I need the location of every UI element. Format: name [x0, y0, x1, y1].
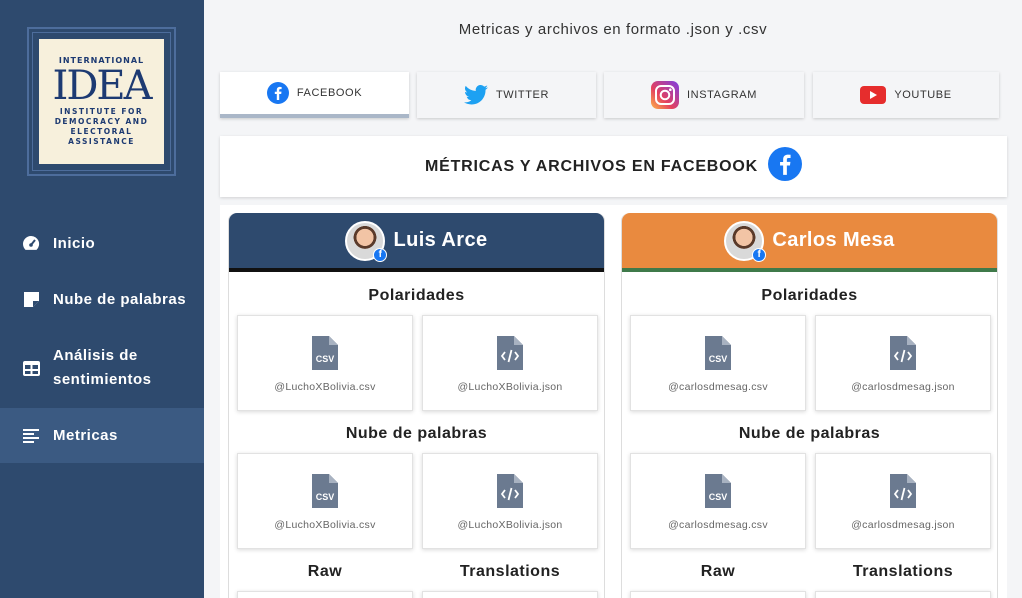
tab-label: TWITTER [495, 89, 550, 101]
code-file-icon [890, 474, 916, 513]
instagram-icon [651, 81, 679, 109]
json-file-card[interactable]: @carlosdmesag.json [815, 453, 991, 549]
section-nube: Nube de palabras [738, 425, 881, 442]
sidebar-item-sentimientos[interactable]: Análisis de sentimientos [0, 336, 204, 400]
facebook-icon: f [752, 247, 767, 262]
section-raw: Raw [307, 563, 343, 580]
section-header-title: MÉTRICAS Y ARCHIVOS EN FACEBOOK [425, 157, 758, 175]
csv-file-card[interactable]: CSV @LuchoXBolivia.csv [237, 453, 413, 549]
code-file-icon [497, 336, 523, 375]
candidate-header: f Carlos Mesa [622, 213, 997, 272]
file-name: @carlosdmesag.csv [668, 381, 768, 393]
sidebar-item-metricas[interactable]: Metricas [0, 408, 204, 463]
code-file-icon [497, 474, 523, 513]
sidebar-item-label: Nube de palabras [53, 290, 187, 308]
svg-text:CSV: CSV [709, 492, 728, 502]
tab-youtube[interactable]: YOUTUBE [813, 72, 999, 118]
candidate-card-luis-arce: f Luis Arce Polaridades CSV @LuchoXBoliv… [228, 213, 605, 598]
raw-file-card[interactable] [237, 591, 413, 598]
svg-text:CSV: CSV [316, 492, 335, 502]
csv-file-card[interactable]: CSV @carlosdmesag.csv [630, 315, 806, 411]
json-file-card[interactable]: @LuchoXBolivia.json [422, 453, 598, 549]
json-file-card[interactable]: @carlosdmesag.json [815, 315, 991, 411]
logo-line-3d: ASSISTANCE [68, 137, 135, 146]
file-name: @LuchoXBolivia.csv [274, 381, 376, 393]
section-raw: Raw [700, 563, 736, 580]
dashboard-icon [22, 234, 40, 252]
tab-instagram[interactable]: INSTAGRAM [604, 72, 804, 118]
logo-line-2: IDEA [52, 63, 153, 109]
sidebar-item-label: Inicio [53, 234, 96, 252]
sidebar-item-nube[interactable]: Nube de palabras [0, 276, 204, 322]
csv-file-icon: CSV [705, 474, 731, 513]
sidebar-item-label: Análisis de sentimientos [53, 347, 152, 388]
candidate-card-carlos-mesa: f Carlos Mesa Polaridades CSV @carlosdme… [621, 213, 998, 598]
candidate-header: f Luis Arce [229, 213, 604, 272]
json-file-card[interactable]: @LuchoXBolivia.json [422, 315, 598, 411]
csv-file-card[interactable]: CSV @LuchoXBolivia.csv [237, 315, 413, 411]
logo-line-3a: INSTITUTE FOR [59, 107, 144, 116]
translations-file-card[interactable] [815, 591, 991, 598]
facebook-icon [266, 82, 289, 104]
youtube-icon [860, 86, 887, 104]
csv-file-icon: CSV [312, 336, 338, 375]
candidate-name: Luis Arce [393, 229, 488, 251]
section-header: MÉTRICAS Y ARCHIVOS EN FACEBOOK [220, 136, 1007, 197]
page-title: Metricas y archivos en formato .json y .… [458, 21, 768, 38]
file-name: @carlosdmesag.json [851, 519, 955, 531]
sidebar: INTERNATIONAL IDEA INSTITUTE FOR DEMOCRA… [0, 0, 204, 598]
file-name: @carlosdmesag.json [851, 381, 955, 393]
tab-facebook[interactable]: FACEBOOK [220, 72, 409, 118]
facebook-icon [768, 147, 802, 186]
table-icon [22, 359, 40, 377]
section-polaridades: Polaridades [761, 287, 858, 304]
tab-label: FACEBOOK [296, 87, 363, 99]
note-icon [22, 290, 40, 308]
section-nube: Nube de palabras [345, 425, 488, 442]
code-file-icon [890, 336, 916, 375]
section-translations: Translations [459, 563, 561, 580]
avatar: f [724, 220, 767, 262]
raw-file-card[interactable] [630, 591, 806, 598]
svg-text:CSV: CSV [709, 354, 728, 364]
logo-line-3c: ELECTORAL [70, 127, 133, 136]
csv-file-card[interactable]: CSV @carlosdmesag.csv [630, 453, 806, 549]
svg-text:CSV: CSV [316, 354, 335, 364]
section-translations: Translations [852, 563, 954, 580]
translations-file-card[interactable] [422, 591, 598, 598]
sidebar-item-label: Metricas [53, 427, 118, 444]
tab-twitter[interactable]: TWITTER [417, 72, 596, 118]
csv-file-icon: CSV [312, 474, 338, 513]
candidate-name: Carlos Mesa [772, 229, 895, 251]
file-name: @carlosdmesag.csv [668, 519, 768, 531]
facebook-icon: f [373, 247, 388, 262]
tab-label: INSTAGRAM [687, 89, 757, 101]
idea-logo[interactable]: INTERNATIONAL IDEA INSTITUTE FOR DEMOCRA… [27, 27, 176, 176]
logo-mark: INTERNATIONAL IDEA INSTITUTE FOR DEMOCRA… [32, 32, 171, 171]
section-polaridades: Polaridades [368, 287, 465, 304]
file-name: @LuchoXBolivia.json [457, 519, 563, 531]
avatar: f [345, 220, 388, 262]
file-name: @LuchoXBolivia.csv [274, 519, 376, 531]
list-icon [22, 427, 40, 445]
twitter-icon [463, 85, 488, 105]
logo-line-3b: DEMOCRACY AND [54, 117, 149, 126]
file-name: @LuchoXBolivia.json [457, 381, 563, 393]
tab-label: YOUTUBE [894, 89, 952, 101]
sidebar-item-inicio[interactable]: Inicio [0, 220, 204, 266]
csv-file-icon: CSV [705, 336, 731, 375]
